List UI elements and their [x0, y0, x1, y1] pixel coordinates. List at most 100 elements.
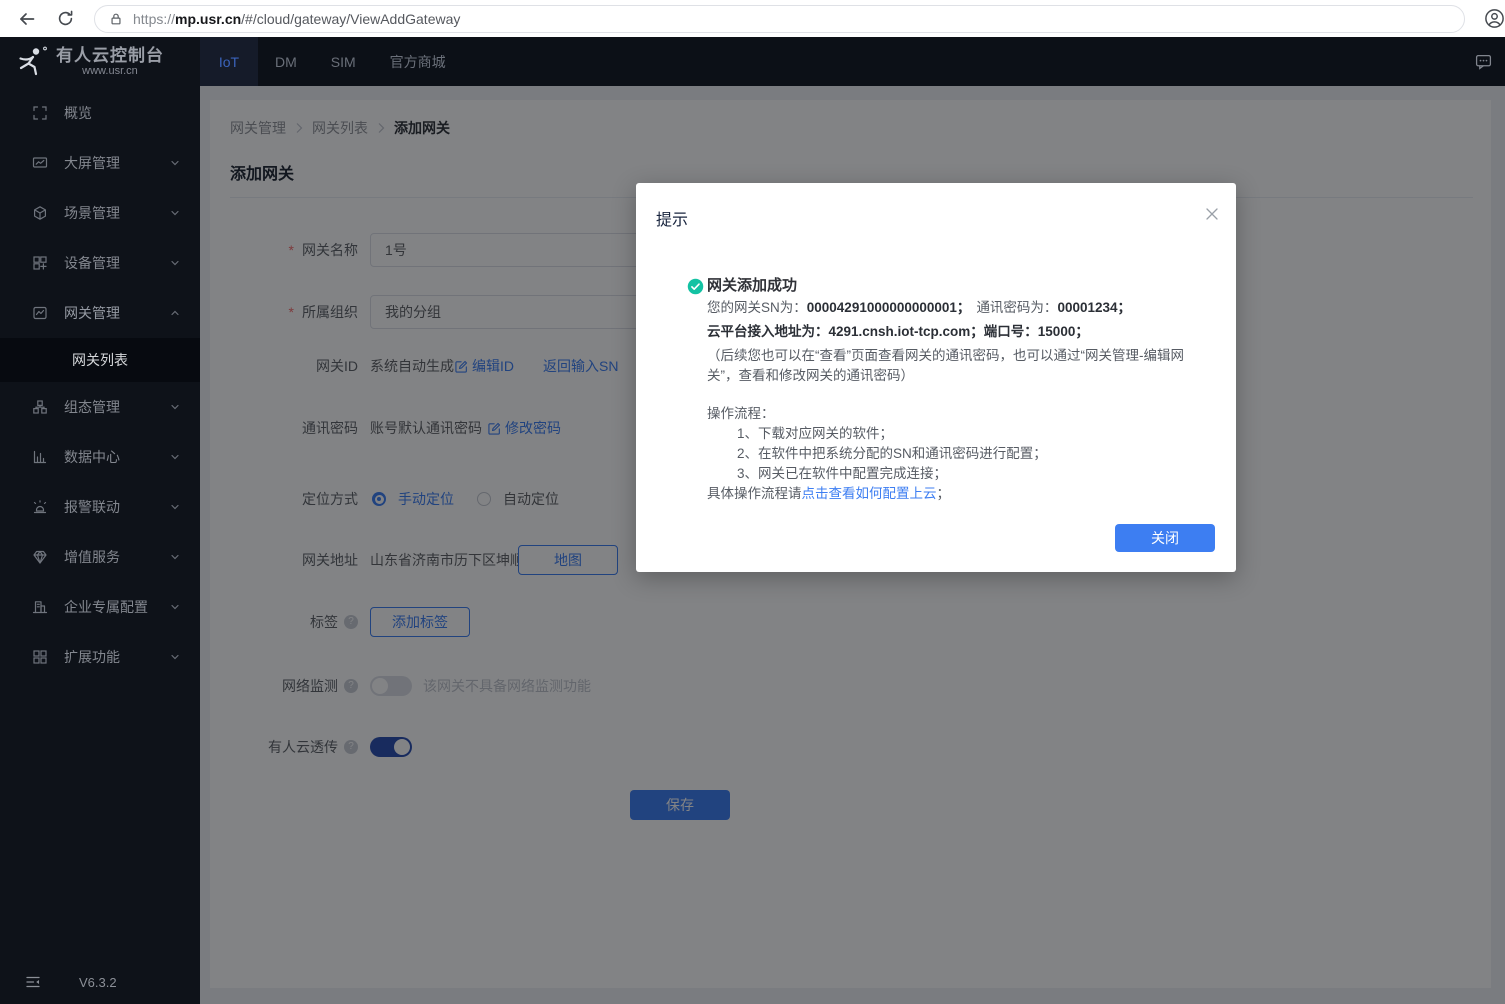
alarm-icon [32, 499, 48, 515]
flow-step: 3、网关已在软件中配置完成连接； [737, 464, 1212, 484]
tab-sim-label: SIM [331, 54, 356, 70]
flow-title: 操作流程： [707, 404, 1212, 424]
value-service-icon [32, 549, 48, 565]
chevron-down-icon [170, 502, 180, 512]
app-shell: IoT DM SIM 官方商城 有人云控制台 www.usr.cn [0, 37, 1505, 1004]
tab-official-store[interactable]: 官方商城 [373, 37, 463, 86]
device-icon [32, 255, 48, 271]
data-center-icon [32, 449, 48, 465]
sidebar-item-label: 概览 [64, 103, 180, 123]
usr-person-logo-icon [14, 45, 48, 79]
chevron-down-icon [170, 652, 180, 662]
sidebar-item-label: 大屏管理 [64, 153, 170, 173]
browser-reload-button[interactable] [46, 4, 84, 34]
sidebar-item-label: 组态管理 [64, 397, 170, 417]
chevron-down-icon [170, 158, 180, 168]
sidebar-item-enterprise-config[interactable]: 企业专属配置 [0, 582, 200, 632]
sidebar-subitem-gateway-list[interactable]: 网关列表 [0, 338, 200, 382]
message-button[interactable] [1475, 53, 1492, 70]
tab-iot[interactable]: IoT [200, 37, 258, 86]
close-icon [1205, 207, 1219, 221]
browser-back-button[interactable] [8, 4, 46, 34]
chevron-down-icon [170, 602, 180, 612]
sidebar-item-data-center[interactable]: 数据中心 [0, 432, 200, 482]
brand-subtitle: www.usr.cn [56, 65, 164, 78]
success-title: 网关添加成功 [707, 276, 1212, 296]
dialog-title: 提示 [656, 206, 688, 230]
collapse-menu-icon [25, 974, 41, 990]
chevron-down-icon [170, 402, 180, 412]
tab-sim[interactable]: SIM [314, 37, 373, 86]
chevron-down-icon [170, 208, 180, 218]
sidebar-item-label: 增值服务 [64, 547, 170, 567]
address-bar[interactable]: https://mp.usr.cn/#/cloud/gateway/ViewAd… [94, 5, 1465, 33]
top-navigation: IoT DM SIM 官方商城 [200, 37, 1505, 86]
sidebar-item-label: 网关管理 [64, 303, 170, 323]
sidebar-item-gateway-mgmt[interactable]: 网关管理 [0, 288, 200, 338]
sidebar-menu: 概览 大屏管理 场景管理 设备管理 网关管理 [0, 88, 200, 682]
success-dialog: 提示 网关添加成功 您的网关SN为：00004291000000000001；通… [636, 183, 1236, 572]
url-host: mp.usr.cn [175, 11, 241, 27]
profile-icon [1484, 8, 1505, 29]
sidebar-item-label: 设备管理 [64, 253, 170, 273]
chevron-down-icon [170, 258, 180, 268]
chevron-down-icon [170, 452, 180, 462]
tab-dm-label: DM [275, 54, 297, 70]
browser-profile-button[interactable] [1481, 6, 1505, 32]
sidebar-footer: V6.3.2 [0, 968, 200, 996]
server-address-line: 云平台接入地址为：4291.cnsh.iot-tcp.com；端口号：15000… [707, 322, 1212, 342]
sidebar-item-value-services[interactable]: 增值服务 [0, 532, 200, 582]
url-text: https://mp.usr.cn/#/cloud/gateway/ViewAd… [133, 11, 460, 27]
dialog-note: （后续您也可以在“查看”页面查看网关的通讯密码，也可以通过“网关管理-编辑网关”… [707, 346, 1212, 386]
chat-bubble-icon [1475, 53, 1492, 70]
tab-iot-label: IoT [219, 54, 239, 70]
sidebar-item-configuration-mgmt[interactable]: 组态管理 [0, 382, 200, 432]
sidebar-item-device-mgmt[interactable]: 设备管理 [0, 238, 200, 288]
url-scheme: https:// [133, 11, 175, 27]
sidebar-item-label: 企业专属配置 [64, 597, 170, 617]
sidebar-subitem-label: 网关列表 [72, 350, 128, 370]
brand-title: 有人云控制台 [56, 46, 164, 65]
tab-official-store-label: 官方商城 [390, 52, 446, 72]
sidebar: 有人云控制台 www.usr.cn 概览 大屏管理 场景管理 设备管理 [0, 37, 200, 1004]
success-check-icon [687, 278, 704, 295]
back-arrow-icon [17, 9, 37, 29]
how-to-configure-link[interactable]: 点击查看如何配置上云 [802, 486, 937, 501]
enterprise-icon [32, 599, 48, 615]
sidebar-item-extensions[interactable]: 扩展功能 [0, 632, 200, 682]
dialog-close-confirm-button[interactable]: 关闭 [1115, 524, 1215, 552]
sidebar-item-overview[interactable]: 概览 [0, 88, 200, 138]
configuration-icon [32, 399, 48, 415]
dialog-close-button[interactable] [1205, 207, 1219, 221]
flow-step: 2、在软件中把系统分配的SN和通讯密码进行配置； [737, 444, 1212, 464]
flow-step: 1、下载对应网关的软件； [737, 424, 1212, 444]
sidebar-item-label: 数据中心 [64, 447, 170, 467]
flow-final-line: 具体操作流程请点击查看如何配置上云； [707, 484, 1212, 504]
sn-line: 您的网关SN为：00004291000000000001；通讯密码为：00001… [707, 298, 1212, 318]
gateway-icon [32, 305, 48, 321]
tab-dm[interactable]: DM [258, 37, 314, 86]
sidebar-item-label: 报警联动 [64, 497, 170, 517]
scene-icon [32, 205, 48, 221]
browser-toolbar: https://mp.usr.cn/#/cloud/gateway/ViewAd… [0, 0, 1505, 37]
collapse-sidebar-button[interactable] [25, 974, 41, 990]
url-path: /#/cloud/gateway/ViewAddGateway [241, 11, 460, 27]
version-label: V6.3.2 [79, 975, 117, 990]
reload-icon [56, 9, 75, 28]
chevron-down-icon [170, 552, 180, 562]
password-value: 00001234； [1057, 300, 1131, 315]
sidebar-item-scene-mgmt[interactable]: 场景管理 [0, 188, 200, 238]
lock-icon [109, 12, 123, 26]
flow-steps: 1、下载对应网关的软件； 2、在软件中把系统分配的SN和通讯密码进行配置； 3、… [707, 424, 1212, 484]
brand-logo[interactable]: 有人云控制台 www.usr.cn [0, 37, 200, 86]
extension-icon [32, 649, 48, 665]
sidebar-item-screen-mgmt[interactable]: 大屏管理 [0, 138, 200, 188]
chevron-up-icon [170, 308, 180, 318]
overview-icon [32, 105, 48, 121]
dialog-body: 网关添加成功 您的网关SN为：00004291000000000001；通讯密码… [707, 276, 1212, 504]
screen-icon [32, 155, 48, 171]
sidebar-item-alarm-linkage[interactable]: 报警联动 [0, 482, 200, 532]
sidebar-item-label: 扩展功能 [64, 647, 170, 667]
brand-text: 有人云控制台 www.usr.cn [56, 46, 164, 78]
sidebar-item-label: 场景管理 [64, 203, 170, 223]
